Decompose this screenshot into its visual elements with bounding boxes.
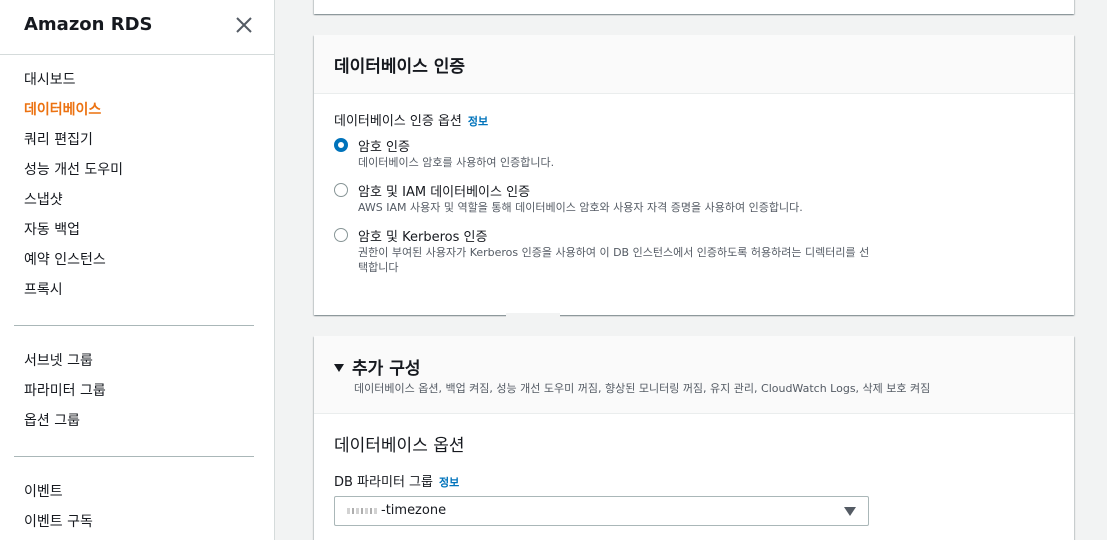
auth-option-description: 데이터베이스 암호를 사용하여 인증합니다. [358, 156, 555, 169]
sidebar: Amazon RDS 대시보드 데이터베이스 쿼리 편집기 성능 개선 도우미 … [0, 0, 275, 540]
db-param-group-label: DB 파라미터 그룹 정보 [334, 471, 459, 490]
caret-down-icon [334, 363, 344, 372]
db-param-group-select[interactable]: -timezone [334, 496, 869, 526]
auth-options-label-text: 데이터베이스 인증 옵션 [334, 114, 462, 129]
auth-option-description: 권한이 부여된 사용자가 Kerberos 인증을 사용하여 이 DB 인스턴스… [358, 246, 870, 274]
sidebar-item-option-groups[interactable]: 옵션 그룹 [24, 411, 80, 431]
radio-password-auth[interactable] [334, 138, 348, 152]
additional-config-header: 추가 구성 데이터베이스 옵션, 백업 켜짐, 성능 개선 도우미 꺼짐, 향상… [314, 336, 1074, 414]
sidebar-item-snapshots[interactable]: 스냅샷 [24, 190, 63, 210]
database-options-title: 데이터베이스 옵션 [334, 436, 465, 456]
radio-password-iam-auth[interactable] [334, 183, 348, 197]
sidebar-item-databases[interactable]: 데이터베이스 [24, 100, 101, 120]
sidebar-divider [14, 325, 254, 326]
db-param-group-info-link[interactable]: 정보 [439, 476, 459, 489]
db-param-group-value: -timezone [381, 503, 447, 518]
radio-password-kerberos-auth[interactable] [334, 228, 348, 242]
sidebar-item-parameter-groups[interactable]: 파라미터 그룹 [24, 381, 106, 401]
sidebar-header: Amazon RDS [0, 0, 274, 55]
sidebar-item-dashboard[interactable]: 대시보드 [24, 70, 76, 90]
previous-panel [314, 0, 1074, 14]
auth-option-description: AWS IAM 사용자 및 역할을 통해 데이터베이스 암호와 사용자 자격 증… [358, 201, 803, 214]
caret-down-icon [844, 507, 856, 516]
auth-option-title: 암호 인증 [358, 140, 410, 155]
rds-console: Amazon RDS 대시보드 데이터베이스 쿼리 편집기 성능 개선 도우미 … [0, 0, 1107, 540]
database-auth-panel: 데이터베이스 인증 데이터베이스 인증 옵션 정보 암호 인증 데이터베이스 암호… [314, 35, 1074, 315]
auth-info-link[interactable]: 정보 [468, 115, 488, 128]
additional-config-toggle[interactable]: 추가 구성 [334, 354, 420, 379]
close-icon[interactable] [234, 15, 254, 35]
database-auth-title: 데이터베이스 인증 [334, 57, 466, 77]
scroll-indicator [506, 313, 560, 335]
sidebar-item-proxies[interactable]: 프록시 [24, 280, 63, 300]
auth-option-title: 암호 및 IAM 데이터베이스 인증 [358, 185, 531, 200]
database-auth-header: 데이터베이스 인증 [314, 35, 1074, 94]
additional-config-title: 추가 구성 [352, 359, 421, 379]
sidebar-title: Amazon RDS [24, 14, 153, 35]
auth-options-label: 데이터베이스 인증 옵션 정보 [334, 110, 488, 129]
sidebar-divider [14, 456, 254, 457]
redacted-text [347, 508, 379, 514]
sidebar-item-performance-insights[interactable]: 성능 개선 도우미 [24, 160, 123, 180]
sidebar-item-reserved-instances[interactable]: 예약 인스턴스 [24, 250, 106, 270]
sidebar-item-automated-backups[interactable]: 자동 백업 [24, 220, 80, 240]
sidebar-item-subnet-groups[interactable]: 서브넷 그룹 [24, 351, 93, 371]
sidebar-item-query-editor[interactable]: 쿼리 편집기 [24, 130, 93, 150]
auth-option-title: 암호 및 Kerberos 인증 [358, 230, 488, 245]
sidebar-item-events[interactable]: 이벤트 [24, 482, 63, 502]
db-param-group-label-text: DB 파라미터 그룹 [334, 475, 433, 490]
sidebar-item-event-subscriptions[interactable]: 이벤트 구독 [24, 512, 93, 532]
additional-config-panel: 추가 구성 데이터베이스 옵션, 백업 켜짐, 성능 개선 도우미 꺼짐, 향상… [314, 336, 1074, 540]
additional-config-summary: 데이터베이스 옵션, 백업 켜짐, 성능 개선 도우미 꺼짐, 향상된 모니터링… [354, 382, 931, 395]
